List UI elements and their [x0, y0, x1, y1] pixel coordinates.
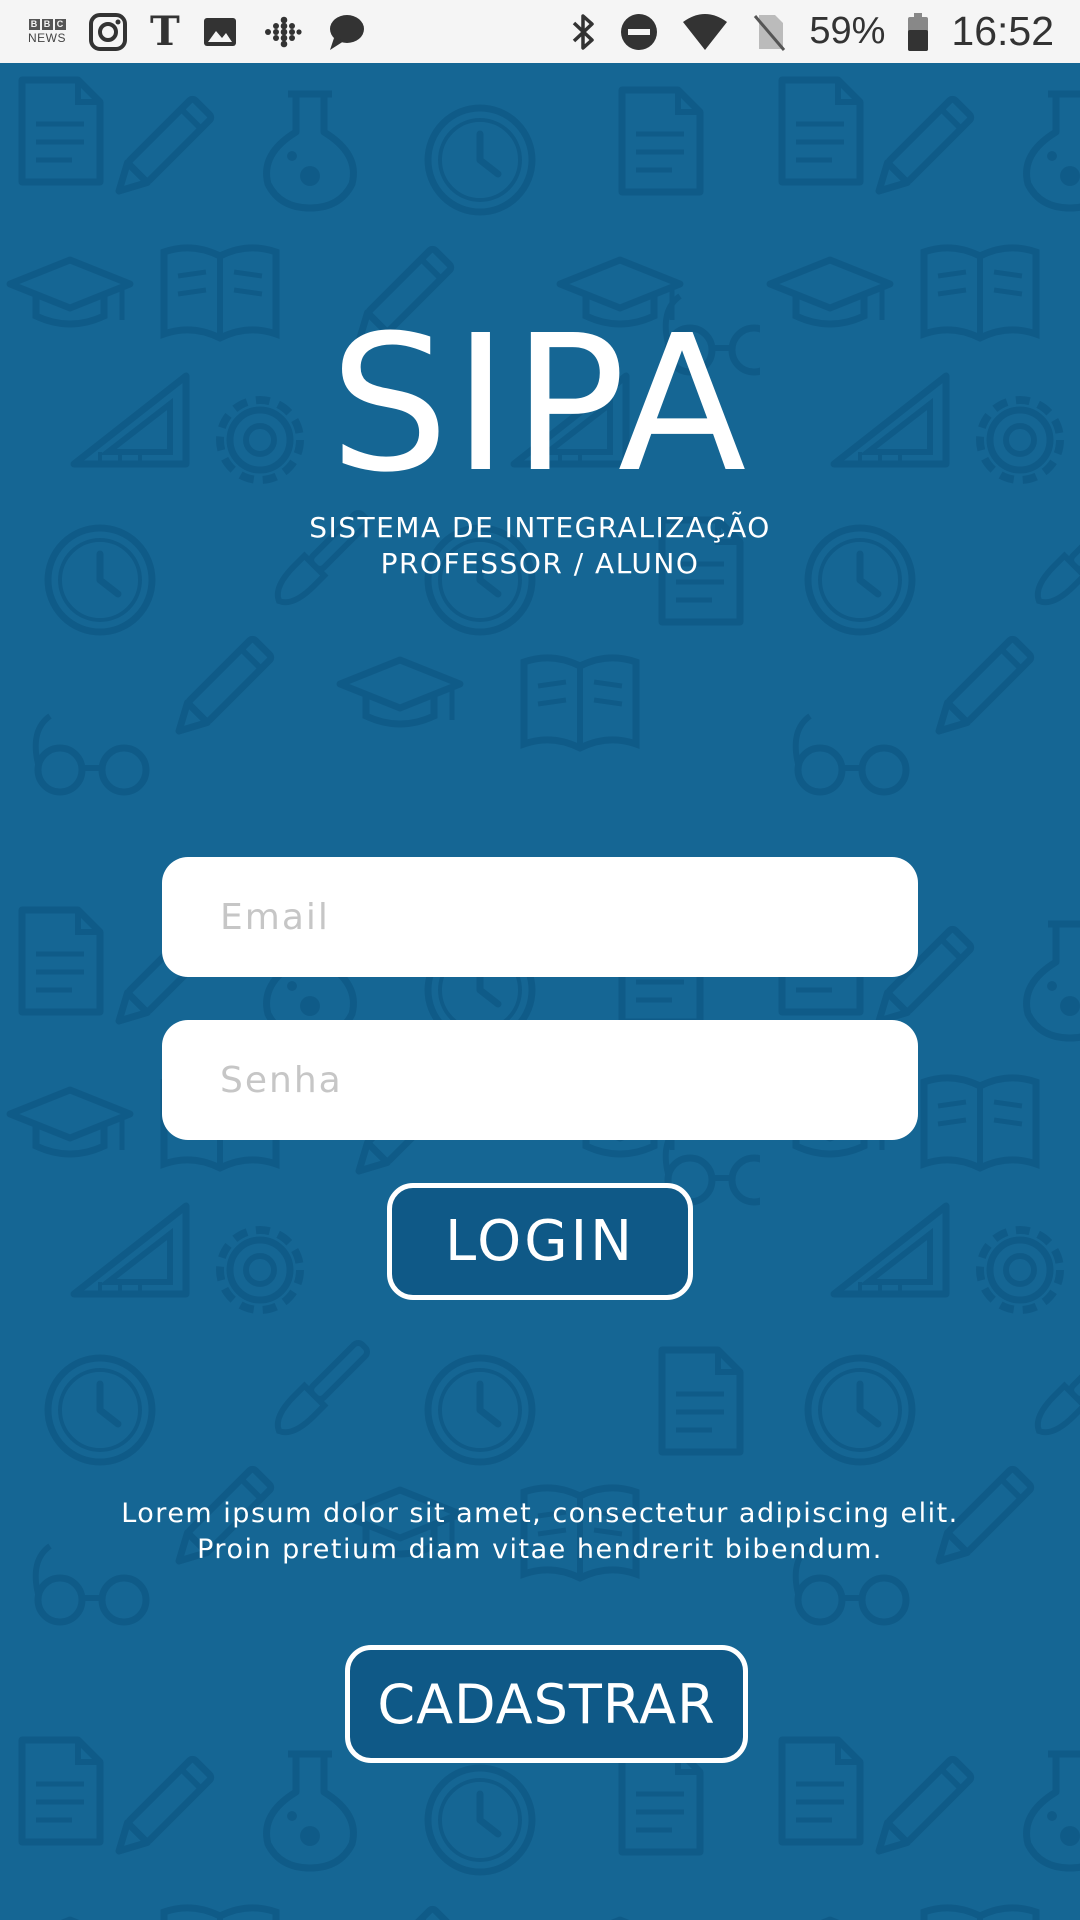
battery-percent: 59%	[809, 10, 886, 52]
login-screen: B B C NEWS T 59% 16:52 SIPA SISTEMA DE I…	[0, 0, 1080, 1920]
app-subtitle-line1: SISTEMA DE INTEGRALIZAÇÃO	[309, 511, 771, 544]
battery-icon	[907, 10, 929, 54]
bbc-news-icon: B B C NEWS	[28, 10, 66, 54]
app-title: SIPA	[329, 295, 751, 514]
sipa-logo: SIPA SISTEMA DE INTEGRALIZAÇÃO PROFESSOR…	[0, 295, 1080, 582]
notification-icons: B B C NEWS T	[28, 10, 366, 54]
fitbit-icon	[260, 10, 304, 54]
info-text-line1: Lorem ipsum dolor sit amet, consectetur …	[121, 1498, 959, 1529]
no-sim-icon	[751, 10, 787, 54]
app-subtitle: SISTEMA DE INTEGRALIZAÇÃO PROFESSOR / AL…	[0, 510, 1080, 582]
bbc-news-label: NEWS	[28, 31, 66, 45]
bbc-letter: B	[41, 19, 53, 30]
wifi-icon	[681, 10, 729, 54]
bbc-letter: C	[54, 19, 66, 30]
bbc-letter: B	[28, 19, 40, 30]
chat-bubble-icon	[326, 10, 366, 54]
gallery-icon	[202, 10, 238, 54]
status-bar: B B C NEWS T 59% 16:52	[0, 0, 1080, 63]
email-field[interactable]	[162, 857, 918, 977]
password-field[interactable]	[162, 1020, 918, 1140]
info-text-line2: Proin pretium diam vitae hendrerit biben…	[197, 1534, 883, 1565]
login-button[interactable]: LOGIN	[387, 1183, 693, 1300]
instagram-icon	[88, 10, 128, 54]
nytimes-icon: T	[150, 7, 180, 55]
register-button[interactable]: CADASTRAR	[345, 1645, 748, 1763]
app-subtitle-line2: PROFESSOR / ALUNO	[380, 547, 700, 580]
clock: 16:52	[951, 8, 1054, 54]
info-text: Lorem ipsum dolor sit amet, consectetur …	[60, 1496, 1020, 1568]
do-not-disturb-icon	[619, 10, 659, 54]
bluetooth-icon	[571, 10, 597, 54]
system-status: 59% 16:52	[571, 8, 1054, 55]
